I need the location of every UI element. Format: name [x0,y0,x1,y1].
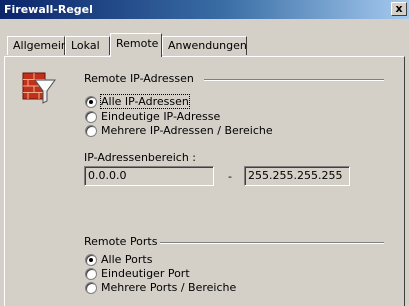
radio-button[interactable] [85,254,97,266]
radio-eindeutiger-port[interactable]: Eindeutiger Port [85,267,225,281]
ip-range-to-field[interactable]: 255.255.255.255 [244,166,350,186]
firewall-rule-icon [21,71,57,110]
tab-remote[interactable]: Remote [110,33,162,57]
radio-label: Eindeutiger Port [101,267,190,280]
radio-label: Mehrere IP-Adressen / Bereiche [101,124,273,137]
remote-ip-group-label: Remote IP-Adressen [84,72,194,85]
tab-label: Anwendungen [168,39,247,52]
tab-lokal[interactable]: Lokal [65,36,110,55]
radio-button[interactable] [85,282,97,294]
close-button[interactable]: x [391,2,407,16]
remote-ports-group-divider [160,242,384,244]
remote-ports-group-label: Remote Ports [84,235,158,248]
tab-label: Lokal [71,39,100,52]
ip-range-label: IP-Adressenbereich : [84,151,197,164]
radio-label: Eindeutige IP-Adresse [101,110,221,123]
ip-range-separator: - [228,170,232,183]
ip-range-from-field[interactable]: 0.0.0.0 [84,166,214,186]
tab-allgemein[interactable]: Allgemein [7,36,68,55]
radio-mehrere-ports[interactable]: Mehrere Ports / Bereiche [85,281,265,295]
radio-eindeutige-ip-adresse[interactable]: Eindeutige IP-Adresse [85,110,245,124]
radio-button[interactable] [85,96,97,108]
radio-label: Alle Ports [101,253,153,266]
radio-alle-ports[interactable]: Alle Ports [85,253,205,267]
radio-button[interactable] [85,125,97,137]
tab-label: Allgemein [13,39,68,52]
window-title: Firewall-Regel [4,3,93,16]
radio-label: Mehrere Ports / Bereiche [101,281,237,294]
radio-label: Alle IP-Adressen [100,94,190,109]
radio-button[interactable] [85,111,97,123]
radio-mehrere-ip-adressen[interactable]: Mehrere IP-Adressen / Bereiche [85,124,285,138]
tab-label: Remote [116,37,159,50]
remote-ip-group-divider [204,79,384,81]
title-bar: Firewall-Regel x [0,0,409,19]
radio-alle-ip-adressen[interactable]: Alle IP-Adressen [85,94,225,109]
tab-anwendungen[interactable]: Anwendungen [162,36,247,55]
radio-button[interactable] [85,268,97,280]
